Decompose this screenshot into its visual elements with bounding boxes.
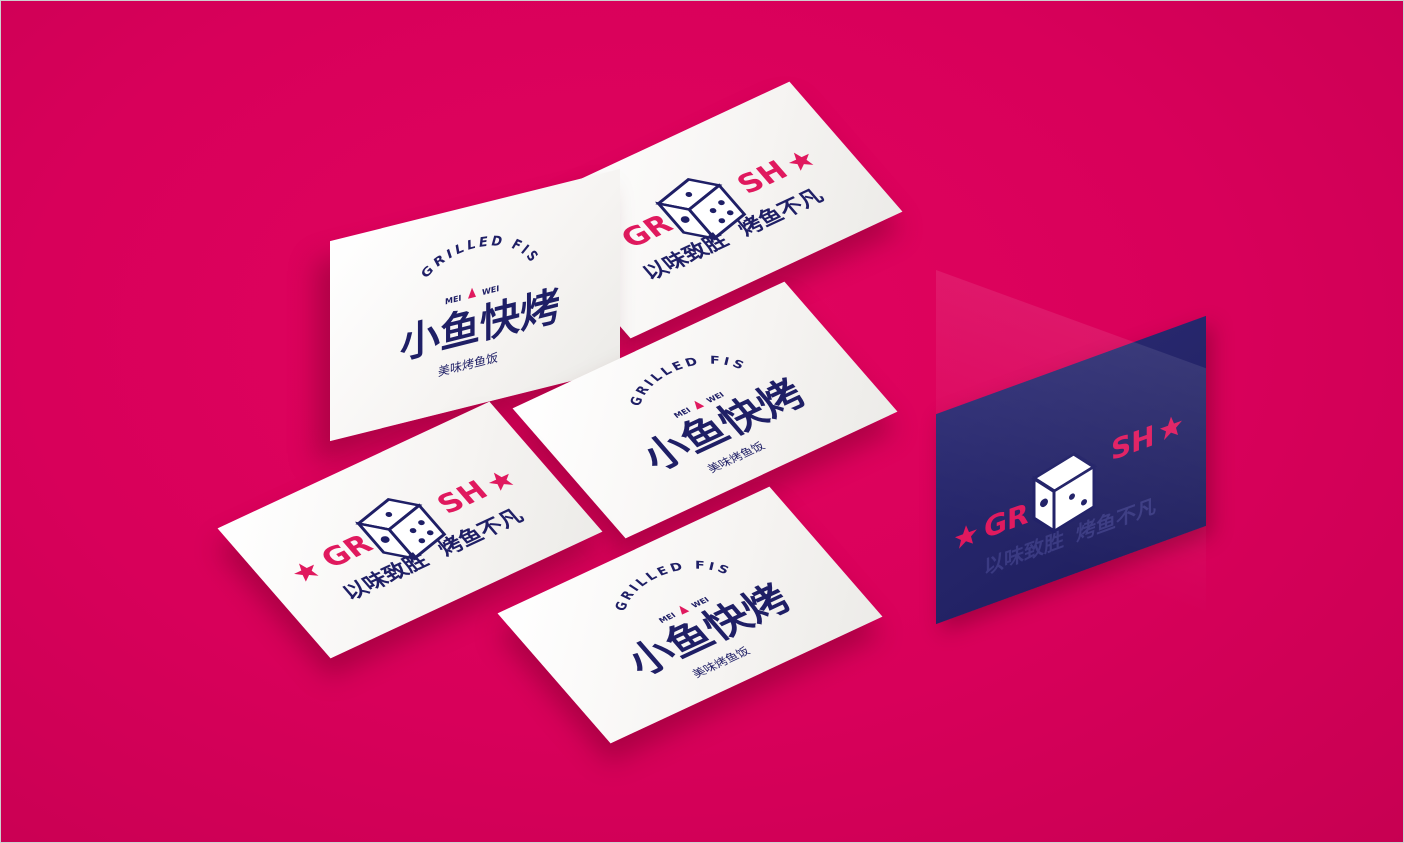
logo-sub-right: WEI	[482, 283, 499, 297]
brand-right: SH	[430, 475, 494, 520]
flame-icon	[679, 605, 690, 615]
star-icon	[788, 152, 814, 171]
flame-icon	[468, 287, 476, 299]
star-icon	[294, 563, 319, 582]
logo-sub-left: MEI	[445, 293, 461, 307]
brand-right: SH	[730, 155, 794, 200]
mockup-scene: GR SH 以味致胜 烤鱼不凡 GRILLED FISH MEI WEI 小鱼快…	[0, 0, 1404, 843]
star-icon	[488, 472, 514, 491]
flame-icon	[694, 400, 705, 410]
